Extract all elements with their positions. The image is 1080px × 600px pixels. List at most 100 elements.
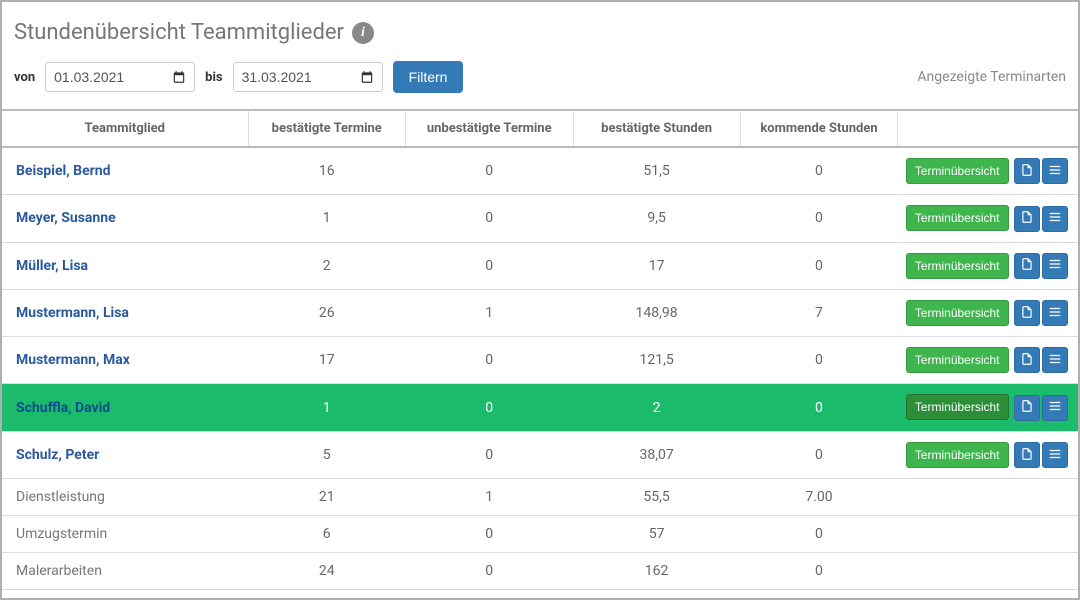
table-sub-row: Spachteln3022,570: [2, 590, 1078, 600]
table-sub-row: Dienstleistung21155,57.00: [2, 479, 1078, 516]
overview-button[interactable]: Terminübersicht: [906, 300, 1009, 326]
table-row: Müller, Lisa20170Terminübersicht: [2, 242, 1078, 289]
document-button[interactable]: [1014, 347, 1040, 373]
sub-name: Umzugstermin: [2, 516, 248, 553]
list-icon: [1048, 210, 1062, 227]
list-button[interactable]: [1042, 395, 1068, 421]
filter-button[interactable]: Filtern: [393, 61, 464, 93]
cell-confirmed-appts: 3: [248, 590, 405, 600]
list-button[interactable]: [1042, 347, 1068, 373]
document-icon: [1020, 257, 1034, 274]
overview-button[interactable]: Terminübersicht: [906, 205, 1009, 231]
cell-upcoming-hours: 0: [740, 337, 898, 384]
col-unconfirmed-appts: unbestätigte Termine: [405, 110, 573, 147]
cell-upcoming-hours: 0: [740, 431, 898, 478]
cell-confirmed-appts: 17: [248, 337, 405, 384]
col-confirmed-appts: bestätigte Termine: [248, 110, 405, 147]
document-icon: [1020, 399, 1034, 416]
cell-upcoming-hours: 0: [740, 242, 898, 289]
from-label: von: [14, 70, 35, 85]
cell-upcoming-hours: 0: [740, 590, 898, 600]
table-row: Beispiel, Bernd16051,50Terminübersicht: [2, 147, 1078, 195]
list-icon: [1048, 447, 1062, 464]
list-icon: [1048, 399, 1062, 416]
cell-confirmed-appts: 1: [248, 384, 405, 431]
hours-table: Teammitglied bestätigte Termine unbestät…: [2, 109, 1078, 600]
calendar-icon: [172, 70, 186, 84]
overview-button[interactable]: Terminübersicht: [906, 394, 1009, 420]
info-icon[interactable]: i: [352, 22, 374, 44]
cell-confirmed-hours: 57: [573, 516, 740, 553]
cell-confirmed-appts: 5: [248, 431, 405, 478]
cell-confirmed-appts: 26: [248, 289, 405, 336]
date-from-wrap[interactable]: [45, 62, 195, 92]
document-button[interactable]: [1014, 395, 1040, 421]
member-link[interactable]: Beispiel, Bernd: [16, 163, 111, 179]
list-button[interactable]: [1042, 300, 1068, 326]
sub-name: Dienstleistung: [2, 479, 248, 516]
calendar-icon: [360, 70, 374, 84]
cell-upcoming-hours: 0: [740, 195, 898, 242]
cell-confirmed-hours: 17: [573, 242, 740, 289]
document-button[interactable]: [1014, 300, 1040, 326]
table-sub-row: Umzugstermin60570: [2, 516, 1078, 553]
table-row: Schulz, Peter5038,070Terminübersicht: [2, 431, 1078, 478]
list-button[interactable]: [1042, 158, 1068, 184]
col-member: Teammitglied: [2, 110, 248, 147]
list-icon: [1048, 305, 1062, 322]
cell-confirmed-appts: 2: [248, 242, 405, 289]
shown-types-label: Angezeigte Terminarten: [917, 69, 1066, 85]
cell-upcoming-hours: 7: [740, 289, 898, 336]
cell-confirmed-hours: 148,98: [573, 289, 740, 336]
member-link[interactable]: Mustermann, Max: [16, 352, 130, 368]
cell-upcoming-hours: 0: [740, 384, 898, 431]
cell-unconfirmed-appts: 1: [405, 479, 573, 516]
cell-confirmed-hours: 22,57: [573, 590, 740, 600]
member-link[interactable]: Meyer, Susanne: [16, 210, 116, 226]
cell-upcoming-hours: 0: [740, 553, 898, 590]
date-from-input[interactable]: [54, 69, 144, 85]
cell-confirmed-hours: 51,5: [573, 147, 740, 195]
document-button[interactable]: [1014, 206, 1040, 232]
document-button[interactable]: [1014, 442, 1040, 468]
list-icon: [1048, 257, 1062, 274]
cell-confirmed-hours: 9,5: [573, 195, 740, 242]
table-sub-row: Malerarbeiten2401620: [2, 553, 1078, 590]
cell-confirmed-appts: 16: [248, 147, 405, 195]
document-button[interactable]: [1014, 253, 1040, 279]
member-link[interactable]: Schuffla, David: [16, 400, 110, 416]
cell-unconfirmed-appts: 0: [405, 553, 573, 590]
overview-button[interactable]: Terminübersicht: [906, 158, 1009, 184]
col-actions: [898, 110, 1078, 147]
table-row: Mustermann, Max170121,50Terminübersicht: [2, 337, 1078, 384]
cell-unconfirmed-appts: 0: [405, 147, 573, 195]
document-icon: [1020, 352, 1034, 369]
sub-name: Spachteln: [2, 590, 248, 600]
list-button[interactable]: [1042, 206, 1068, 232]
col-confirmed-hours: bestätigte Stunden: [573, 110, 740, 147]
cell-confirmed-hours: 2: [573, 384, 740, 431]
date-to-wrap[interactable]: [233, 62, 383, 92]
cell-unconfirmed-appts: 0: [405, 242, 573, 289]
page-title: Stundenübersicht Teammitglieder: [14, 20, 344, 45]
cell-unconfirmed-appts: 1: [405, 289, 573, 336]
member-link[interactable]: Müller, Lisa: [16, 258, 88, 274]
list-icon: [1048, 352, 1062, 369]
cell-confirmed-hours: 38,07: [573, 431, 740, 478]
cell-confirmed-appts: 6: [248, 516, 405, 553]
cell-unconfirmed-appts: 0: [405, 195, 573, 242]
list-button[interactable]: [1042, 442, 1068, 468]
document-button[interactable]: [1014, 158, 1040, 184]
member-link[interactable]: Mustermann, Lisa: [16, 305, 129, 321]
col-upcoming-hours: kommende Stunden: [740, 110, 898, 147]
cell-confirmed-hours: 55,5: [573, 479, 740, 516]
member-link[interactable]: Schulz, Peter: [16, 447, 99, 463]
cell-confirmed-appts: 24: [248, 553, 405, 590]
list-button[interactable]: [1042, 253, 1068, 279]
date-to-input[interactable]: [242, 69, 332, 85]
overview-button[interactable]: Terminübersicht: [906, 253, 1009, 279]
cell-unconfirmed-appts: 0: [405, 337, 573, 384]
list-icon: [1048, 163, 1062, 180]
overview-button[interactable]: Terminübersicht: [906, 442, 1009, 468]
overview-button[interactable]: Terminübersicht: [906, 347, 1009, 373]
